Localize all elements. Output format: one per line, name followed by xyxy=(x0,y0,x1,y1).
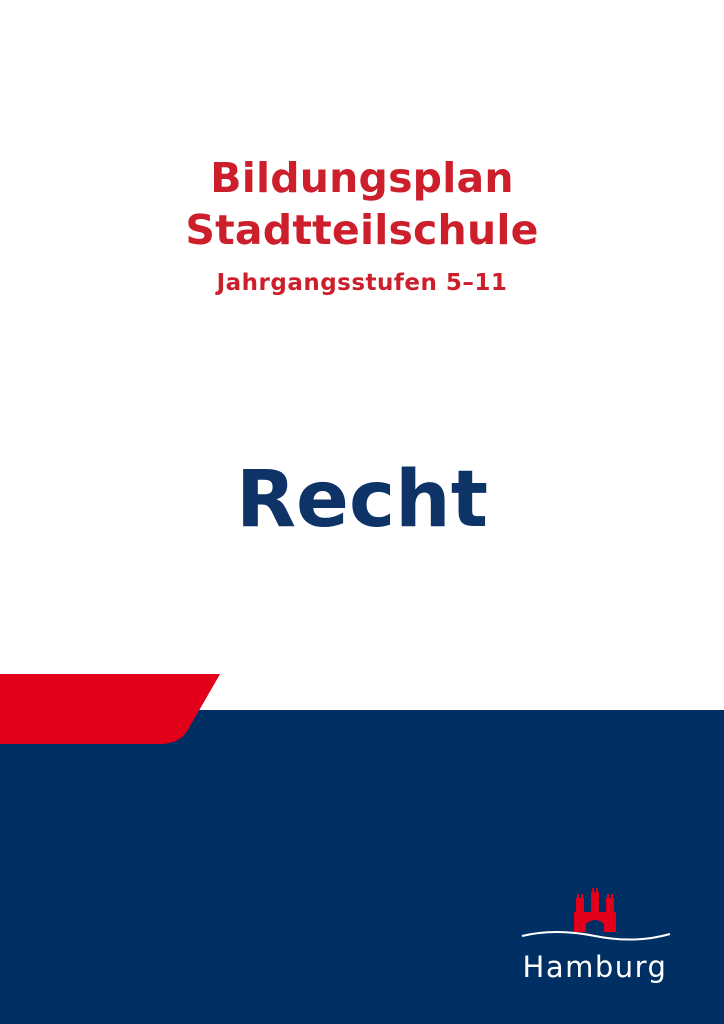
title-line-1: Bildungsplan xyxy=(210,154,514,202)
hamburg-wordmark: Hamburg xyxy=(522,950,668,984)
document-cover: Bildungsplan Stadtteilschule Jahrgangsst… xyxy=(0,0,724,1024)
subject-title: Recht xyxy=(235,455,488,545)
title-block: Bildungsplan Stadtteilschule Jahrgangsst… xyxy=(0,152,724,298)
title-line-2: Stadtteilschule xyxy=(185,206,539,254)
castle-glyph xyxy=(574,888,616,932)
wave-line xyxy=(521,931,671,941)
subtitle: Jahrgangsstufen 5–11 xyxy=(216,270,508,296)
hamburg-logo: Hamburg xyxy=(510,888,680,998)
hamburg-coat-of-arms-icon xyxy=(521,888,671,941)
